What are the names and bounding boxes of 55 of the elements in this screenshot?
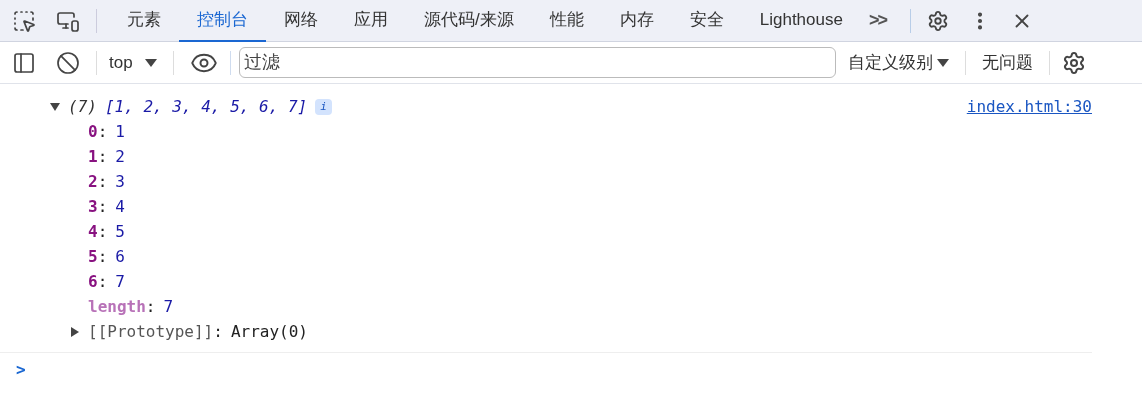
filter-field[interactable]: 过滤 [238,47,836,78]
property-separator: : [97,271,108,293]
property-key: 4 [88,219,98,244]
property-key: 6 [88,269,98,294]
array-count: (7) [68,96,97,118]
caret-icon [144,58,157,67]
panel-tab[interactable]: 网络 [266,0,336,42]
caret-icon [936,58,949,67]
issues-button[interactable]: 无问题 [981,49,1033,76]
property-value: 5 [115,221,125,243]
property-key: 2 [88,169,98,194]
panel-tab[interactable]: 性能 [531,0,602,42]
property-key: 3 [88,194,98,219]
property-separator: : [145,296,156,318]
property-value: Array(0) [230,321,308,343]
property-key: 5 [88,244,98,269]
expanded-triangle-icon[interactable] [50,101,60,112]
more-tabs-button[interactable]: >> [860,7,894,34]
info-badge[interactable]: i [315,98,332,115]
clear-console-icon[interactable] [56,50,80,75]
panel-tab[interactable]: 内存 [601,0,672,42]
property-value: 7 [163,296,174,318]
property-separator: : [97,171,108,193]
property-separator: : [97,146,108,168]
property-value: 1 [115,121,125,143]
property-value: 6 [115,246,125,268]
property-value: 7 [115,271,125,293]
property-separator: : [97,221,108,243]
inspect-icon[interactable] [12,8,36,33]
log-levels-dropdown[interactable]: 自定义级别 [847,49,949,76]
console-settings-icon[interactable] [1061,50,1086,75]
collapsed-triangle-icon[interactable] [70,326,80,337]
property-value: 4 [115,196,125,218]
panel-tab[interactable]: 元素 [109,0,179,42]
panel-tab[interactable]: 控制台 [179,0,266,42]
property-separator: : [97,121,108,143]
property-key: 1 [88,144,98,169]
sidebar-toggle-icon[interactable] [12,50,36,75]
source-link[interactable]: index.html:30 [966,94,1092,119]
panel-tab[interactable]: 安全 [671,0,742,42]
property-key: 0 [88,119,98,144]
property-value: 2 [115,146,125,168]
property-separator: : [97,196,108,218]
property-separator: : [213,321,223,343]
context-dropdown[interactable]: top [109,49,157,76]
panel-tab[interactable]: 应用 [336,0,406,42]
property-key: length [88,294,146,319]
property-separator: : [97,246,108,268]
panel-tab[interactable]: 源代码/来源 [406,0,532,42]
panel-tab[interactable]: Lighthouse [741,0,861,42]
settings-icon[interactable] [926,9,949,32]
property-value: 3 [115,171,125,193]
console-prompt[interactable]: > [16,360,26,379]
array-preview: [1, 2, 3, 4, 5, 6, 7] [104,96,308,118]
property-key: [[Prototype]] [88,319,214,344]
